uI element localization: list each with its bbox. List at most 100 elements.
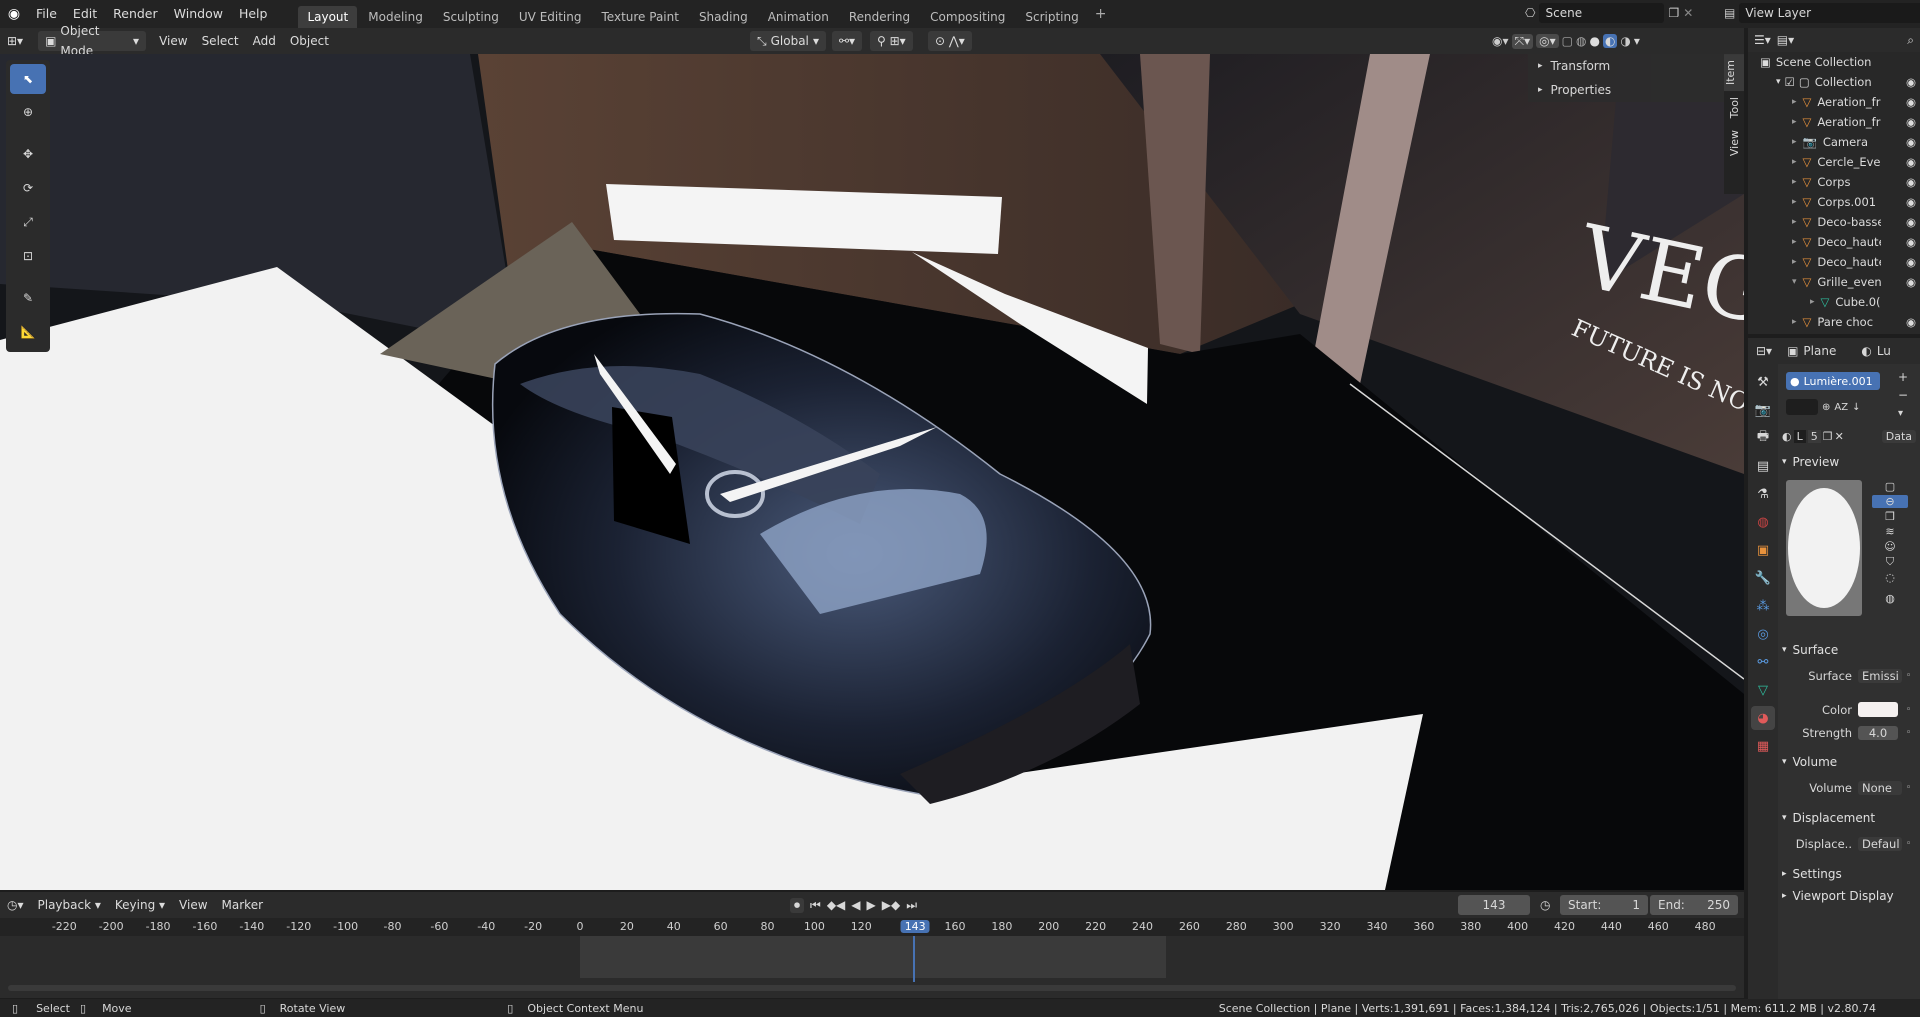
record-icon[interactable]: ⏺: [790, 897, 805, 913]
tab-compositing[interactable]: Compositing: [921, 6, 1014, 28]
cursor-tool-icon[interactable]: ⊕: [10, 96, 46, 128]
annotate-tool-icon[interactable]: ✎: [10, 282, 46, 314]
playhead[interactable]: [913, 936, 915, 982]
output-icon[interactable]: 🖶: [1751, 426, 1775, 450]
expand-icon[interactable]: ▾: [1792, 277, 1797, 287]
overlay-icon[interactable]: ◎▾: [1536, 34, 1559, 48]
tab-animation[interactable]: Animation: [759, 6, 838, 28]
start-field[interactable]: Start: 1: [1560, 895, 1648, 915]
play-icon[interactable]: ▶: [867, 898, 876, 913]
surface-dropdown[interactable]: Emissi: [1858, 668, 1902, 683]
visibility-icon[interactable]: ◉▾: [1492, 34, 1509, 48]
xray-icon[interactable]: ▢: [1562, 34, 1573, 48]
panel-displacement[interactable]: ▾ Displacement: [1778, 806, 1920, 830]
eye-icon[interactable]: ◉: [1906, 255, 1916, 269]
cloth-preview-icon[interactable]: ⛉: [1886, 555, 1894, 569]
search-icon[interactable]: ⌕: [1907, 33, 1914, 48]
pivot-dropdown[interactable]: ⚯▾: [832, 31, 863, 51]
eye-icon[interactable]: ◉: [1906, 275, 1916, 289]
material-slot-item[interactable]: ● Lumière.001: [1786, 372, 1880, 390]
tab-view[interactable]: View: [1728, 124, 1741, 162]
eye-icon[interactable]: ◉: [1906, 75, 1916, 89]
scene-field[interactable]: Scene: [1539, 3, 1665, 23]
add-workspace-icon[interactable]: +: [1089, 6, 1113, 22]
link-socket-icon[interactable]: ◦: [1906, 728, 1911, 738]
displacement-dropdown[interactable]: Defaul: [1858, 836, 1902, 851]
jump-end-icon[interactable]: ⏭: [906, 898, 917, 913]
view-layer-icon[interactable]: ▤: [1751, 454, 1775, 478]
filter-field[interactable]: [1786, 399, 1818, 415]
menu-add[interactable]: Add: [246, 31, 283, 51]
texture-icon[interactable]: ▦: [1751, 734, 1775, 758]
tab-tool[interactable]: Tool: [1728, 91, 1741, 124]
monkey-preview-icon[interactable]: ☺: [1884, 540, 1895, 553]
3d-viewport[interactable]: VEG FUTURE IS NOW ⬉ ⊕ ✥ ⟳ ⤢ ⊡ ✎ 📐 ▸ Trans…: [0, 54, 1744, 890]
sort-order-icon[interactable]: ↓: [1852, 402, 1860, 413]
render-icon[interactable]: 📷: [1751, 398, 1775, 422]
unlink-icon[interactable]: ✕: [1835, 430, 1844, 443]
jump-start-icon[interactable]: ⏮: [810, 898, 821, 913]
proportional-edit-toggle[interactable]: ⊙ ⋀▾: [928, 31, 972, 51]
rotate-tool-icon[interactable]: ⟳: [10, 172, 46, 204]
tab-layout[interactable]: Layout: [298, 6, 358, 28]
menu-object[interactable]: Object: [283, 31, 336, 51]
eye-icon[interactable]: ◉: [1906, 315, 1916, 329]
outliner-item[interactable]: ▸ ▽ Aeration_fr ◉: [1748, 92, 1920, 112]
menu-window[interactable]: Window: [166, 0, 231, 28]
editor-type-icon[interactable]: ◷▾: [0, 895, 31, 915]
menu-keying[interactable]: Keying ▾: [108, 895, 172, 915]
menu-file[interactable]: File: [28, 0, 65, 28]
tab-sculpting[interactable]: Sculpting: [434, 6, 508, 28]
view-layer-icon[interactable]: ▤: [1724, 6, 1735, 20]
eye-icon[interactable]: ◉: [1906, 135, 1916, 149]
world-preview-icon[interactable]: ◍: [1885, 592, 1895, 605]
orientation-dropdown[interactable]: ⤡ Global ▾: [750, 31, 826, 51]
transform-tool-icon[interactable]: ⊡: [10, 240, 46, 272]
link-socket-icon[interactable]: ◦: [1906, 839, 1911, 849]
cube-preview-icon[interactable]: ❒: [1885, 510, 1895, 523]
material-shading-icon[interactable]: ◐: [1602, 34, 1618, 48]
sort-alpha-icon[interactable]: AZ: [1834, 402, 1848, 413]
strength-field[interactable]: 4.0: [1858, 725, 1898, 740]
data-icon[interactable]: ▽: [1751, 678, 1775, 702]
scene-icon[interactable]: ⚗: [1751, 482, 1775, 506]
expand-icon[interactable]: ▸: [1792, 257, 1797, 267]
expand-icon[interactable]: ▸: [1792, 157, 1797, 167]
blender-logo-icon[interactable]: ◉: [0, 6, 28, 22]
outliner-item[interactable]: ▸ ▽ Corps ◉: [1748, 172, 1920, 192]
preview-range-icon[interactable]: ◷: [1540, 898, 1550, 912]
outliner-item[interactable]: ▸ ▽ Deco_haute ◉: [1748, 232, 1920, 252]
material-properties-icon[interactable]: ◕: [1751, 706, 1775, 730]
chevron-down-icon[interactable]: ▾: [1634, 34, 1640, 48]
expand-icon[interactable]: ▸: [1792, 237, 1797, 247]
world-icon[interactable]: ◍: [1751, 510, 1775, 534]
menu-view[interactable]: View: [172, 895, 214, 915]
panel-preview[interactable]: ▾ Preview: [1778, 450, 1920, 474]
expand-icon[interactable]: ▸: [1792, 97, 1797, 107]
outliner-item[interactable]: ▸ ▽ Deco-basse ◉: [1748, 212, 1920, 232]
remove-slot-icon[interactable]: −: [1898, 388, 1908, 402]
frame-ruler[interactable]: -220 -200 -180 -160 -140 -120 -100 -80 -60 -40 -20…: [0, 918, 1744, 936]
eye-icon[interactable]: ◉: [1906, 235, 1916, 249]
move-tool-icon[interactable]: ✥: [10, 138, 46, 170]
expand-icon[interactable]: ▸: [1792, 317, 1797, 327]
menu-help[interactable]: Help: [231, 0, 276, 28]
physics-icon[interactable]: ◎: [1751, 622, 1775, 646]
scale-tool-icon[interactable]: ⤢: [10, 206, 46, 238]
editor-type-icon[interactable]: ☰▾: [1754, 33, 1771, 47]
tab-shading[interactable]: Shading: [690, 6, 757, 28]
link-socket-icon[interactable]: ◦: [1906, 671, 1911, 681]
menu-marker[interactable]: Marker: [215, 895, 270, 915]
link-socket-icon[interactable]: ◦: [1906, 705, 1911, 715]
chevron-down-icon[interactable]: ▾: [1898, 408, 1903, 419]
play-reverse-icon[interactable]: ◀: [851, 898, 860, 913]
tab-texture-paint[interactable]: Texture Paint: [593, 6, 688, 28]
current-frame-field[interactable]: 143: [1458, 895, 1530, 915]
eye-icon[interactable]: ◉: [1906, 155, 1916, 169]
fluid-preview-icon[interactable]: ◌: [1885, 571, 1895, 584]
panel-volume[interactable]: ▾ Volume: [1778, 750, 1920, 774]
end-field[interactable]: End: 250: [1650, 895, 1738, 915]
panel-surface[interactable]: ▾ Surface: [1778, 638, 1920, 662]
gizmo-icon[interactable]: ⤧▾: [1511, 33, 1534, 49]
outliner-item[interactable]: ▸ ▽ Pare choc ◉: [1748, 312, 1920, 332]
